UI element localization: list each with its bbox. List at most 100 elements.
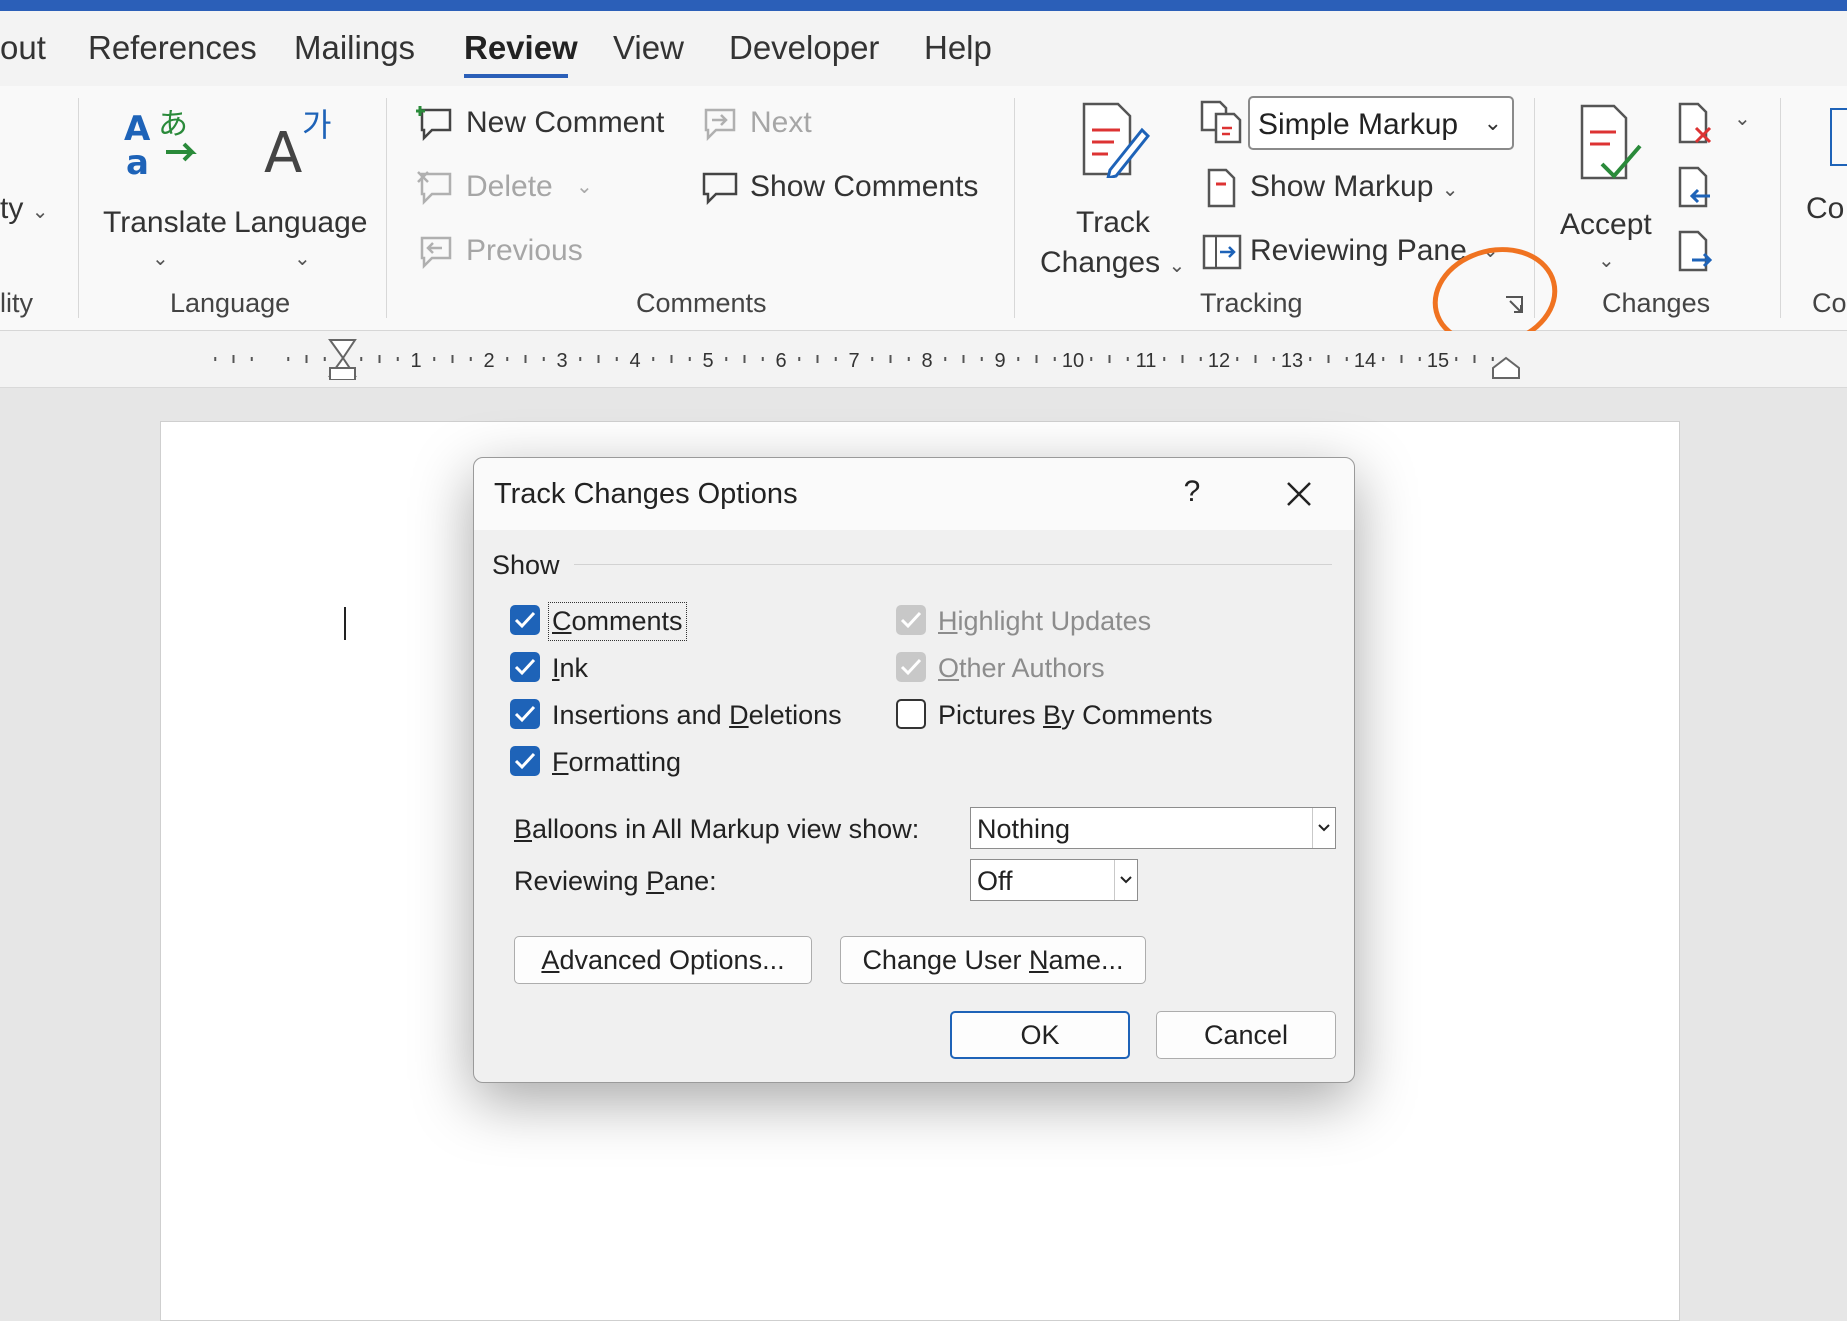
comments-checkbox-label: Comments [548,602,687,641]
checkbox-checked [510,605,540,635]
text-cursor [344,607,346,640]
svg-text:あ: あ [158,107,188,142]
help-button[interactable]: ? [1172,472,1212,512]
formatting-checkbox[interactable]: Formatting [510,741,730,781]
tab-references[interactable]: References [88,29,257,67]
dialog-title-bar: Track Changes Options ? [474,458,1354,530]
ruler-number: 13 [1281,350,1303,372]
chevron-down-icon [1318,824,1330,832]
compare-icon[interactable] [1830,108,1847,166]
balloons-select[interactable]: Nothing [970,807,1336,849]
tab-help[interactable]: Help [924,29,992,67]
cancel-button[interactable]: Cancel [1156,1011,1336,1059]
checkmark-icon [900,658,922,676]
show-comments-button[interactable]: Show Comments [700,168,980,212]
new-comment-button[interactable]: New Comment [416,104,676,148]
highlight-updates-label: Highlight Updates [938,606,1152,636]
checkbox-checked-disabled [896,605,926,635]
tracking-dialog-launcher-icon[interactable] [1504,295,1526,317]
ok-button[interactable]: OK [950,1011,1130,1059]
change-user-name-button[interactable]: Change User Name... [840,936,1146,984]
close-button[interactable] [1274,472,1322,514]
previous-change-icon[interactable] [1676,166,1716,210]
ruler-number: 7 [848,350,859,372]
language-group-label: Language [170,288,291,318]
translate-label: Translate [103,206,227,239]
reviewing-pane-value: Off [977,866,1013,896]
dropdown-button[interactable] [1312,808,1335,848]
svg-text:가: 가 [302,106,331,144]
reviewing-pane-icon [1202,234,1242,270]
previous-comment-icon [420,236,452,270]
tab-layout[interactable]: out [0,29,46,67]
previous-label: Previous [466,234,583,267]
ink-checkbox[interactable]: Ink [510,647,710,687]
horizontal-ruler[interactable]: 1 2 3 4 5 6 7 8 9 10 11 12 13 14 15 [155,338,1675,380]
ribbon: ty ⌄ lity A あ a Translate ⌄ A 가 Language… [0,86,1847,331]
dropdown-button[interactable] [1114,860,1137,900]
markup-mode-select[interactable]: Simple Markup ⌄ [1248,96,1514,150]
accept-icon [1580,104,1642,180]
ribbon-tab-bar: out References Mailings Review View Deve… [0,11,1847,86]
formatting-label: Formatting [552,747,682,777]
compare-label[interactable]: Co [1806,192,1844,226]
reviewing-pane-select[interactable]: Off [970,859,1138,901]
ink-checkbox-label: Ink [552,653,589,683]
delete-label: Delete [466,170,553,203]
ruler-number: 4 [629,350,640,372]
svg-text:A: A [264,121,302,178]
accept-button[interactable]: Accept ⌄ [1556,102,1660,298]
ruler-number: 14 [1354,350,1376,372]
changes-group-label: Changes [1602,288,1711,318]
group-separator [78,98,79,318]
checkbox-checked [510,652,540,682]
checkmark-icon [514,752,536,770]
svg-text:a: a [126,143,149,178]
delete-comment-button[interactable]: Delete ⌄ [416,168,596,212]
tab-mailings[interactable]: Mailings [294,29,415,67]
show-markup-button[interactable]: Show Markup ⌄ [1200,166,1470,212]
language-button[interactable]: A 가 Language ⌄ [232,102,372,292]
close-icon [1287,482,1311,506]
pictures-by-comments-checkbox[interactable]: Pictures By Comments [896,694,1236,734]
tab-review[interactable]: Review [464,29,578,67]
comments-checkbox[interactable]: Comments [510,600,710,641]
chevron-down-icon: ⌄ [1482,240,1499,262]
highlight-updates-checkbox: Highlight Updates [896,600,1196,640]
new-comment-icon [416,106,452,142]
balloons-label: Balloons in All Markup view show: [514,814,920,844]
translate-button[interactable]: A あ a Translate ⌄ [100,102,227,292]
chevron-down-icon [1120,876,1132,884]
show-markup-label: Show Markup ⌄ [1250,170,1459,203]
ruler-number: 15 [1427,350,1449,372]
other-authors-checkbox: Other Authors [896,647,1196,687]
reviewing-pane-dialog-label: Reviewing Pane: [514,866,717,896]
ruler-number: 6 [775,350,786,372]
previous-comment-button[interactable]: Previous [416,232,596,276]
advanced-options-button[interactable]: Advanced Options... [514,936,812,984]
group-separator [386,98,387,318]
accept-label: Accept [1560,208,1652,241]
tab-developer[interactable]: Developer [729,29,879,67]
reject-button[interactable]: ⌄ [1676,102,1756,146]
check-accessibility-fragment[interactable]: ty ⌄ [0,192,48,226]
track-label-line1: Track [1076,206,1150,239]
checkmark-icon [514,705,536,723]
next-comment-button[interactable]: Next [700,104,820,148]
language-icon: A 가 [264,106,331,178]
dialog-title: Track Changes Options [494,478,798,510]
ruler-number: 1 [410,350,421,372]
show-section-label: Show [492,550,560,580]
tab-view[interactable]: View [613,29,684,67]
chevron-down-icon: ⌄ [152,248,169,270]
ruler-number: 9 [994,350,1005,372]
comments-group-label: Comments [636,288,767,318]
insertions-deletions-checkbox[interactable]: Insertions and Deletions [510,694,870,734]
chevron-down-icon: ⌄ [1734,108,1751,130]
reject-icon [1678,102,1712,144]
reviewing-pane-button[interactable]: Reviewing Pane ⌄ [1200,230,1500,276]
delete-comment-icon [417,171,452,206]
next-change-icon[interactable] [1676,230,1716,274]
track-changes-button[interactable]: Track Changes ⌄ [1036,100,1185,296]
checkbox-unchecked [896,699,926,729]
